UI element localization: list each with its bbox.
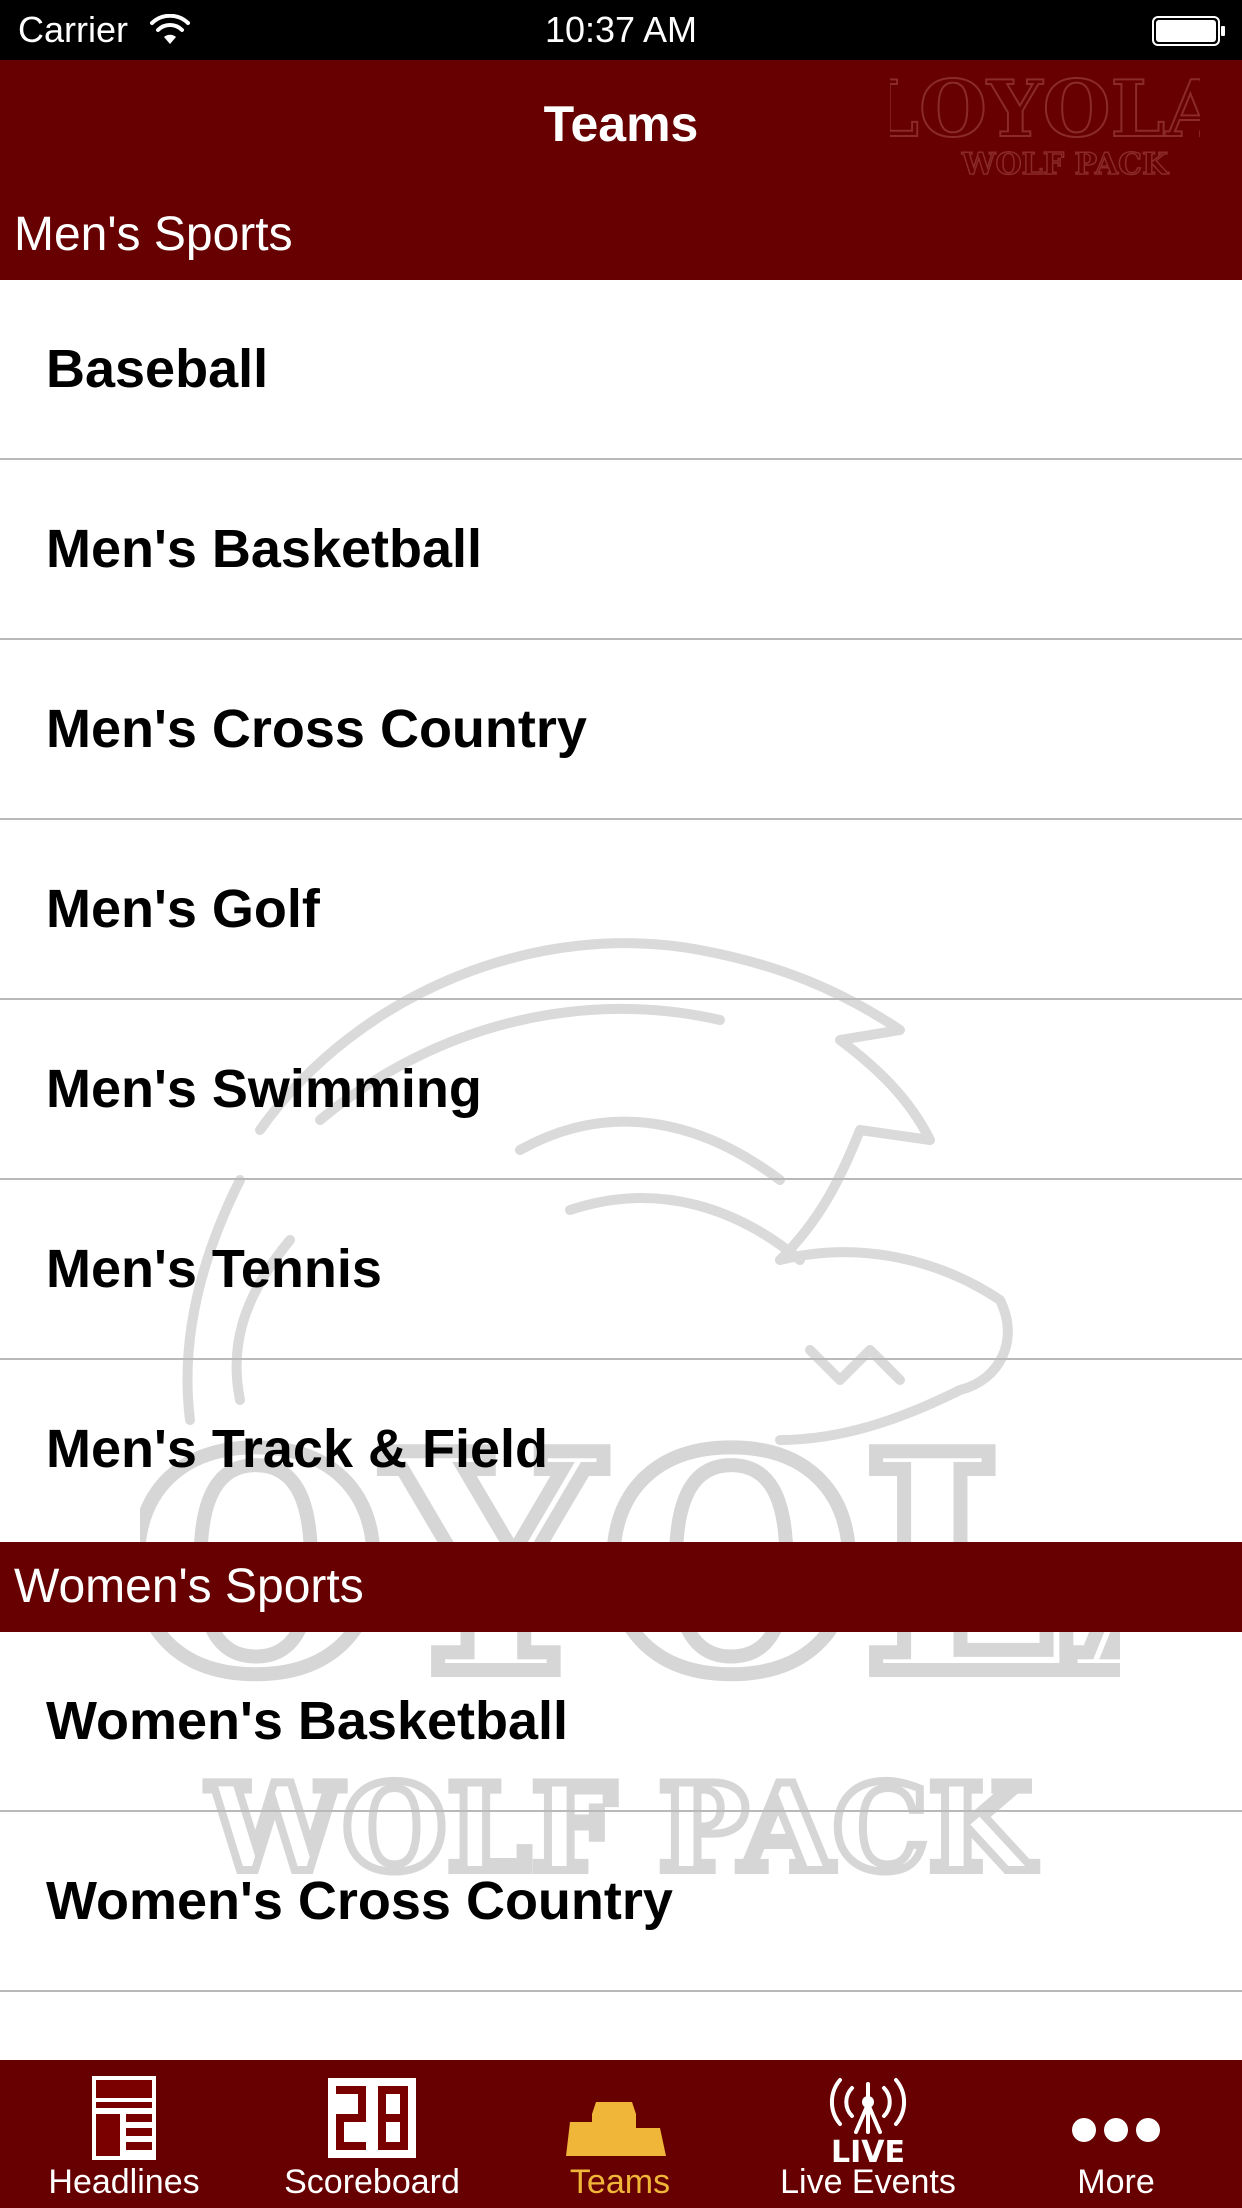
teams-list[interactable]: LOYOLA WOLF PACK Men's Sports Baseball M… [0, 190, 1242, 2060]
team-name: Men's Swimming [46, 1059, 482, 1119]
team-row-womens-cross-country[interactable]: Women's Cross Country [0, 1812, 1242, 1992]
team-name: Women's Cross Country [46, 1871, 673, 1931]
tab-bar: Headlines Scoreboard Teams LIVE Live Eve… [0, 2060, 1242, 2208]
tab-teams[interactable]: Teams [496, 2060, 744, 2208]
scoreboard-icon [328, 2078, 416, 2158]
tab-headlines[interactable]: Headlines [0, 2060, 248, 2208]
svg-text:LIVE: LIVE [831, 2135, 905, 2164]
tab-more[interactable]: More [992, 2060, 1240, 2208]
team-name: Men's Tennis [46, 1239, 382, 1299]
page-title: Teams [543, 96, 699, 152]
team-name: Men's Cross Country [46, 699, 587, 759]
section-header-womens-sports: Women's Sports [0, 1542, 1242, 1632]
navigation-bar: LOYOLA WOLF PACK Teams [0, 60, 1242, 190]
tab-scoreboard[interactable]: Scoreboard [248, 2060, 496, 2208]
team-name: Women's Basketball [46, 1691, 569, 1751]
team-row-mens-swimming[interactable]: Men's Swimming [0, 1000, 1242, 1180]
tab-label: Live Events [780, 2163, 956, 2201]
team-row-mens-golf[interactable]: Men's Golf [0, 820, 1242, 1000]
team-row-womens-basketball[interactable]: Women's Basketball [0, 1632, 1242, 1812]
status-bar: Carrier 10:37 AM [0, 0, 1242, 60]
live-icon: LIVE [829, 2078, 907, 2164]
podium-icon [566, 2102, 666, 2156]
team-row-mens-tennis[interactable]: Men's Tennis [0, 1180, 1242, 1360]
team-row-mens-track-field[interactable]: Men's Track & Field [0, 1360, 1242, 1540]
team-name: Men's Golf [46, 879, 320, 939]
tab-label: Teams [569, 2163, 671, 2201]
team-name: Baseball [46, 339, 269, 399]
tab-label: More [1077, 2163, 1155, 2201]
team-name: Men's Basketball [46, 519, 483, 579]
status-time: 10:37 AM [544, 9, 698, 50]
section-header-mens-sports: Men's Sports [0, 190, 1242, 280]
tab-label: Scoreboard [284, 2163, 460, 2201]
tab-live-events[interactable]: LIVE Live Events [744, 2060, 992, 2208]
news-icon [92, 2076, 156, 2160]
team-row-mens-cross-country[interactable]: Men's Cross Country [0, 640, 1242, 820]
tab-label: Headlines [48, 2163, 200, 2201]
team-row-baseball[interactable]: Baseball [0, 280, 1242, 460]
team-name: Men's Track & Field [46, 1419, 549, 1479]
battery-icon [1152, 16, 1225, 46]
more-icon [1072, 2118, 1160, 2142]
team-row-mens-basketball[interactable]: Men's Basketball [0, 460, 1242, 640]
